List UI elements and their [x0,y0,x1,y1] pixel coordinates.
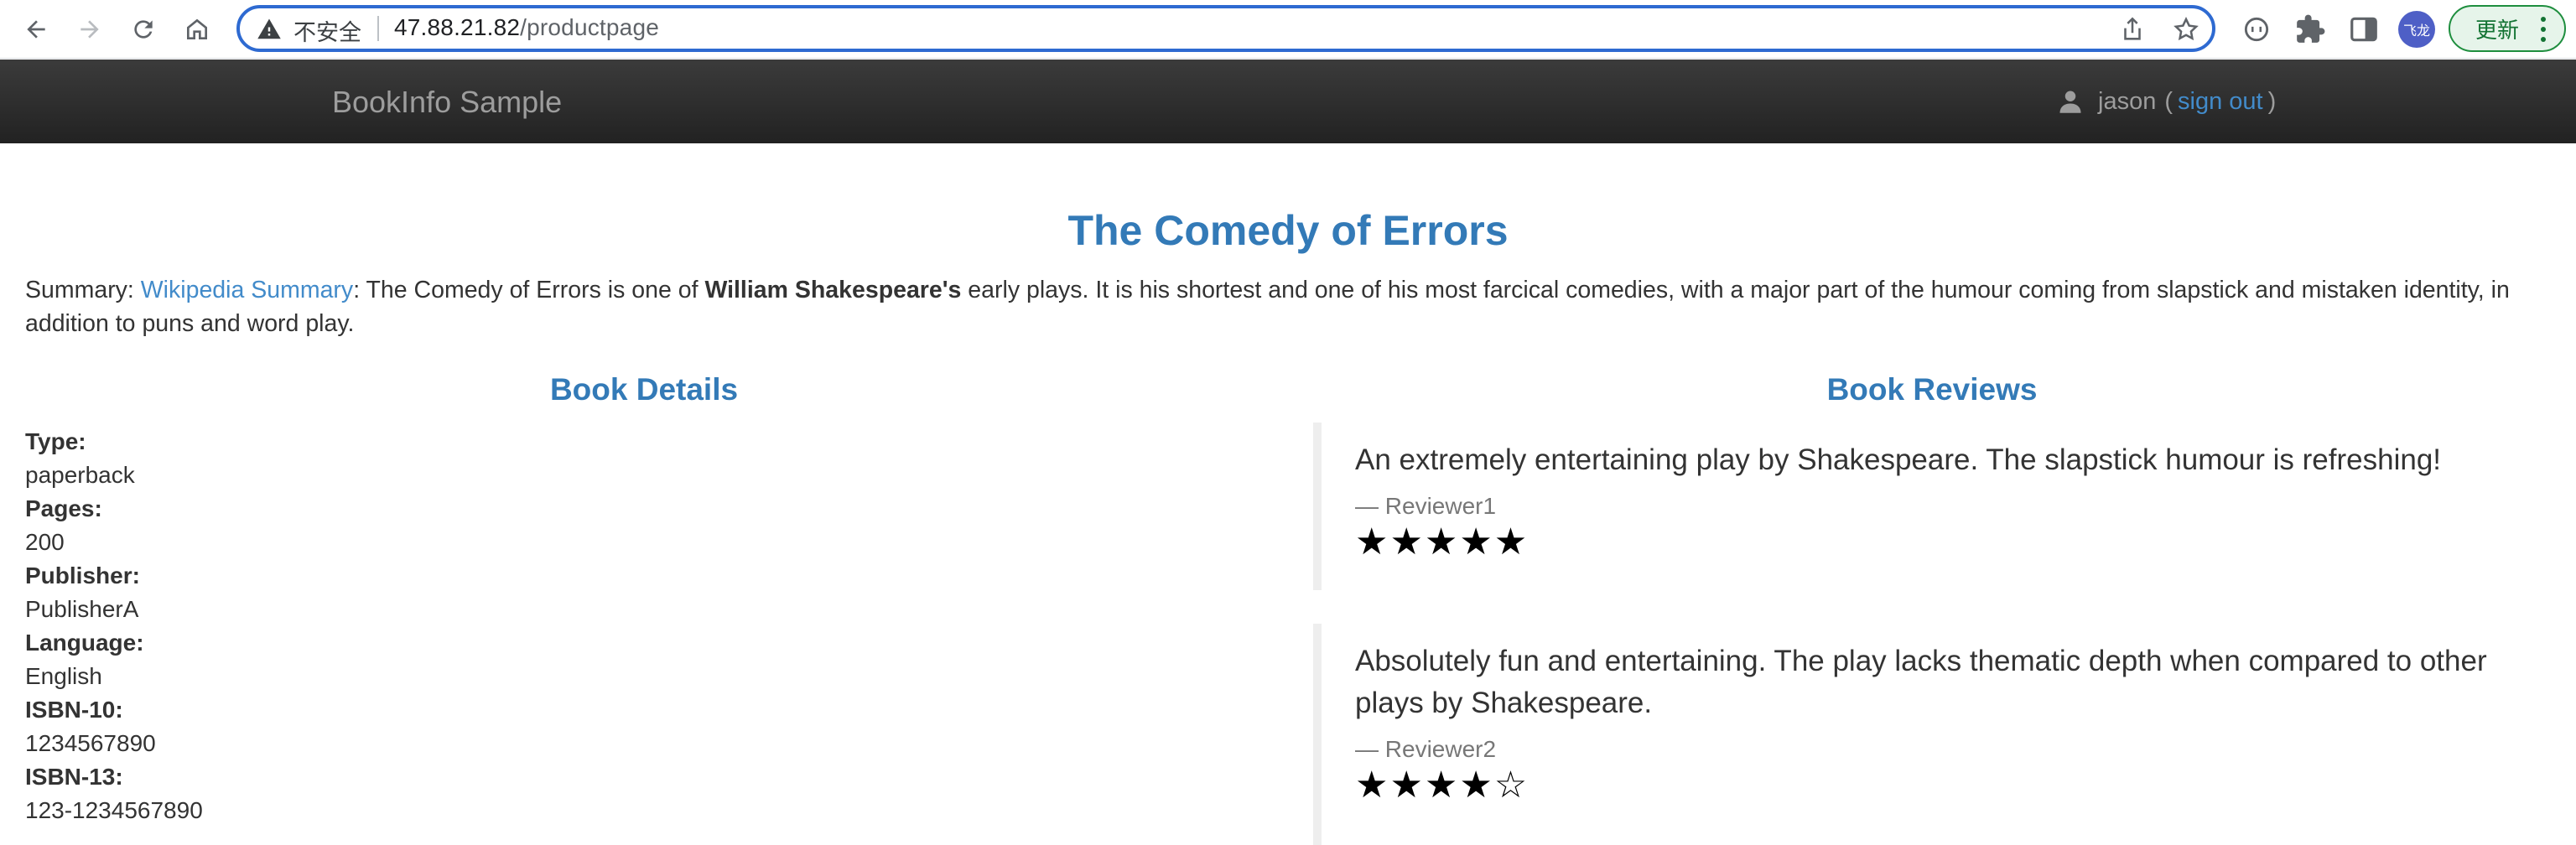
side-panel-icon[interactable] [2348,13,2380,45]
omnibox-divider [377,16,379,41]
star-rating: ★★★★★ [1355,521,1530,563]
detail-label-publisher: Publisher: [25,562,140,588]
detail-label-isbn10: ISBN-10: [25,697,123,723]
not-secure-label[interactable]: 不安全 [293,14,361,47]
close-paren: ) [2267,87,2277,115]
book-details-list: Type: paperback Pages: 200 Publisher: Pu… [25,425,1199,827]
username: jason [2098,87,2157,115]
star-rating: ★★★★☆ [1355,764,1530,806]
review-text: Absolutely fun and entertaining. The pla… [1355,645,2487,719]
browser-toolbar: 不安全 47.88.21.82/productpage 飞龙 更新 [0,0,2576,59]
detail-label-language: Language: [25,630,144,656]
review-text: An extremely entertaining play by Shakes… [1355,443,2442,476]
detail-value-pages: 200 [25,529,65,555]
tab-search-icon[interactable] [2241,13,2272,45]
back-arrow-icon[interactable] [17,10,55,49]
summary-author: William Shakespeare's [704,277,962,303]
open-paren: ( [2164,87,2173,115]
kebab-menu-icon[interactable] [2541,17,2546,42]
book-summary: Summary: Wikipedia Summary: The Comedy o… [25,273,2532,340]
book-details-heading: Book Details [549,372,739,407]
detail-value-isbn10: 1234567890 [25,730,156,756]
review-card: Absolutely fun and entertaining. The pla… [1313,624,2551,845]
extensions-puzzle-icon[interactable] [2294,13,2326,45]
bookmark-star-icon[interactable] [2172,15,2200,44]
address-bar[interactable]: 不安全 47.88.21.82/productpage [236,5,2215,52]
detail-value-publisher: PublisherA [25,596,139,622]
sign-out-link[interactable]: sign out [2178,88,2263,116]
user-info: jason ( sign out ) [2058,85,2276,118]
detail-value-isbn13: 123-1234567890 [25,797,203,823]
warning-triangle-icon[interactable] [257,17,282,42]
app-navbar: BookInfo Sample jason ( sign out ) [0,60,2576,143]
home-icon[interactable] [178,10,216,49]
reviewer-name: — Reviewer2 [1355,736,1497,762]
book-reviews-heading: Book Reviews [1826,372,2038,407]
profile-avatar[interactable]: 飞龙 [2398,11,2435,48]
forward-arrow-icon[interactable] [70,10,109,49]
wikipedia-summary-link[interactable]: Wikipedia Summary [141,277,353,303]
detail-label-type: Type: [25,428,86,454]
book-title: The Comedy of Errors [1067,207,1509,254]
update-label: 更新 [2475,18,2520,44]
update-button[interactable]: 更新 [2449,5,2566,52]
url-host: 47.88.21.82 [394,14,521,40]
detail-value-type: paperback [25,462,135,488]
detail-value-language: English [25,663,102,689]
brand-link[interactable]: BookInfo Sample [332,85,562,120]
reload-icon[interactable] [124,10,163,49]
summary-prefix: Summary: [25,277,134,303]
url-text[interactable]: 47.88.21.82/productpage [394,14,659,41]
reviewer-name: — Reviewer1 [1355,493,1497,519]
user-icon [2059,91,2081,113]
review-card: An extremely entertaining play by Shakes… [1313,422,2551,590]
detail-label-isbn13: ISBN-13: [25,764,123,790]
detail-label-pages: Pages: [25,495,102,521]
url-path: /productpage [520,14,659,40]
share-icon[interactable] [2118,15,2147,44]
summary-text-1: : The Comedy of Errors is one of [353,277,699,303]
